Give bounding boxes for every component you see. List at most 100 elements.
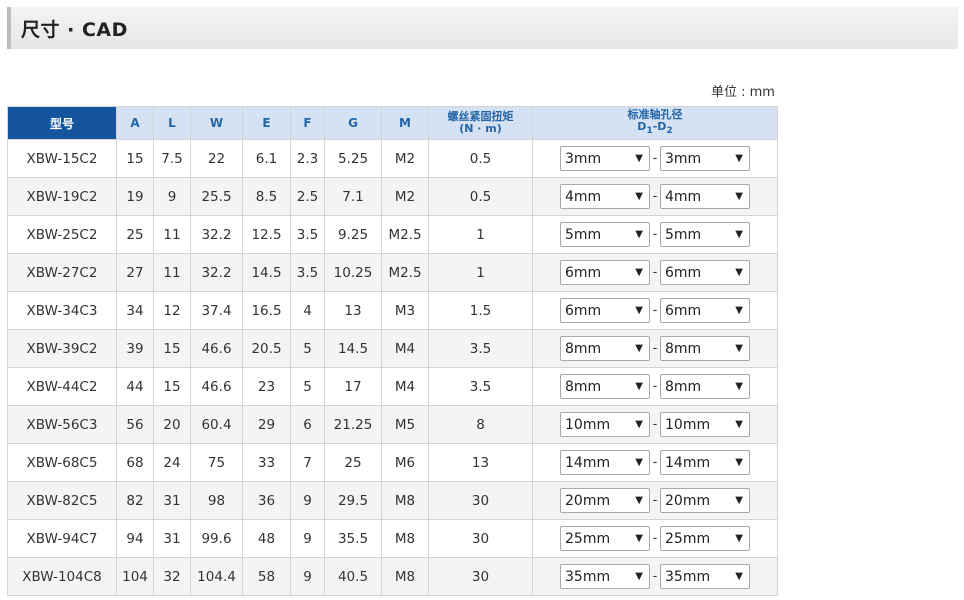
bore-separator: - (652, 151, 658, 166)
cell-bore: 6mm ▼ -6mm ▼ (532, 291, 778, 330)
cell-bore: 8mm ▼ -8mm ▼ (532, 367, 778, 406)
chevron-down-icon: ▼ (735, 495, 743, 506)
chevron-down-icon: ▼ (735, 305, 743, 316)
cell-w: 46.6 (190, 367, 243, 406)
cell-torque: 1 (428, 215, 533, 254)
chevron-down-icon: ▼ (735, 229, 743, 240)
cell-a: 15 (116, 139, 154, 178)
cell-f: 5 (290, 329, 325, 368)
table-row: XBW-15C2 15 7.5 22 6.1 2.3 5.25 M2 0.5 3mm ▼ -3mm ▼ (7, 139, 778, 178)
select-value: 3mm (565, 150, 602, 167)
bore-d2-select[interactable]: 10mm ▼ (660, 412, 750, 437)
chevron-down-icon: ▼ (735, 419, 743, 430)
cell-bore: 25mm ▼ -25mm ▼ (532, 519, 778, 558)
bore-d2-select[interactable]: 3mm ▼ (660, 146, 750, 171)
cell-l: 11 (153, 253, 191, 292)
bore-d2-select[interactable]: 20mm ▼ (660, 488, 750, 513)
bore-d2-select[interactable]: 8mm ▼ (660, 374, 750, 399)
section-header: 尺寸 · CAD (7, 7, 958, 49)
bore-d1-select[interactable]: 20mm ▼ (560, 488, 650, 513)
cell-a: 68 (116, 443, 154, 482)
cell-g: 5.25 (324, 139, 382, 178)
bore-d2-select[interactable]: 6mm ▼ (660, 298, 750, 323)
bore-separator: - (652, 455, 658, 470)
cell-torque: 8 (428, 405, 533, 444)
bore-d1-select[interactable]: 8mm ▼ (560, 374, 650, 399)
bore-d2-select[interactable]: 14mm ▼ (660, 450, 750, 475)
cell-torque: 30 (428, 481, 533, 520)
bore-d1-select[interactable]: 10mm ▼ (560, 412, 650, 437)
select-value: 35mm (665, 568, 711, 585)
cell-model: XBW-15C2 (7, 139, 117, 178)
cell-l: 32 (153, 557, 191, 596)
select-value: 6mm (565, 264, 602, 281)
table-row: XBW-82C5 82 31 98 36 9 29.5 M8 30 20mm ▼ -20mm ▼ (7, 481, 778, 520)
bore-d1-select[interactable]: 6mm ▼ (560, 298, 650, 323)
bore-separator: - (652, 531, 658, 546)
select-value: 5mm (565, 226, 602, 243)
cell-w: 22 (190, 139, 243, 178)
chevron-down-icon: ▼ (735, 381, 743, 392)
cell-l: 24 (153, 443, 191, 482)
bore-d2-select[interactable]: 4mm ▼ (660, 184, 750, 209)
cell-model: XBW-94C7 (7, 519, 117, 558)
cell-w: 32.2 (190, 215, 243, 254)
bore-d1-select[interactable]: 6mm ▼ (560, 260, 650, 285)
bore-select-group: 14mm ▼ -14mm ▼ (534, 450, 777, 475)
cell-a: 19 (116, 177, 154, 216)
header-bore-sub2: 2 (666, 126, 673, 137)
cell-g: 21.25 (324, 405, 382, 444)
cell-torque: 3.5 (428, 367, 533, 406)
chevron-down-icon: ▼ (635, 419, 643, 430)
table-row: XBW-56C3 56 20 60.4 29 6 21.25 M5 8 10mm ▼ -10mm ▼ (7, 405, 778, 444)
cell-bore: 35mm ▼ -35mm ▼ (532, 557, 778, 596)
bore-d2-select[interactable]: 25mm ▼ (660, 526, 750, 551)
bore-d1-select[interactable]: 25mm ▼ (560, 526, 650, 551)
bore-d2-select[interactable]: 6mm ▼ (660, 260, 750, 285)
bore-select-group: 6mm ▼ -6mm ▼ (534, 260, 777, 285)
cell-a: 27 (116, 253, 154, 292)
cell-f: 3.5 (290, 215, 325, 254)
bore-d1-select[interactable]: 4mm ▼ (560, 184, 650, 209)
bore-d2-select[interactable]: 8mm ▼ (660, 336, 750, 361)
cell-bore: 10mm ▼ -10mm ▼ (532, 405, 778, 444)
cell-m: M2 (381, 177, 429, 216)
chevron-down-icon: ▼ (635, 343, 643, 354)
cell-model: XBW-44C2 (7, 367, 117, 406)
bore-d1-select[interactable]: 3mm ▼ (560, 146, 650, 171)
bore-d1-select[interactable]: 5mm ▼ (560, 222, 650, 247)
cell-e: 33 (242, 443, 291, 482)
cell-e: 6.1 (242, 139, 291, 178)
cell-f: 2.5 (290, 177, 325, 216)
bore-d1-select[interactable]: 14mm ▼ (560, 450, 650, 475)
cell-f: 9 (290, 557, 325, 596)
cell-f: 6 (290, 405, 325, 444)
dimensions-table: 型号 A L W E F G M 螺丝紧固扭矩 (N · m) 标准轴孔径 D1… (7, 106, 778, 596)
select-value: 4mm (665, 188, 702, 205)
cell-g: 17 (324, 367, 382, 406)
bore-separator: - (652, 265, 658, 280)
cell-a: 82 (116, 481, 154, 520)
bore-d2-select[interactable]: 5mm ▼ (660, 222, 750, 247)
chevron-down-icon: ▼ (735, 343, 743, 354)
bore-d1-select[interactable]: 8mm ▼ (560, 336, 650, 361)
select-value: 35mm (565, 568, 611, 585)
cell-m: M2.5 (381, 215, 429, 254)
chevron-down-icon: ▼ (635, 153, 643, 164)
cell-g: 25 (324, 443, 382, 482)
cell-torque: 30 (428, 519, 533, 558)
cell-e: 12.5 (242, 215, 291, 254)
bore-d1-select[interactable]: 35mm ▼ (560, 564, 650, 589)
cell-a: 56 (116, 405, 154, 444)
cell-m: M8 (381, 481, 429, 520)
cell-m: M4 (381, 329, 429, 368)
chevron-down-icon: ▼ (635, 381, 643, 392)
header-model: 型号 (7, 106, 117, 140)
chevron-down-icon: ▼ (635, 267, 643, 278)
cell-a: 94 (116, 519, 154, 558)
bore-d2-select[interactable]: 35mm ▼ (660, 564, 750, 589)
chevron-down-icon: ▼ (735, 571, 743, 582)
cell-l: 9 (153, 177, 191, 216)
cell-m: M8 (381, 519, 429, 558)
header-w: W (190, 106, 243, 140)
